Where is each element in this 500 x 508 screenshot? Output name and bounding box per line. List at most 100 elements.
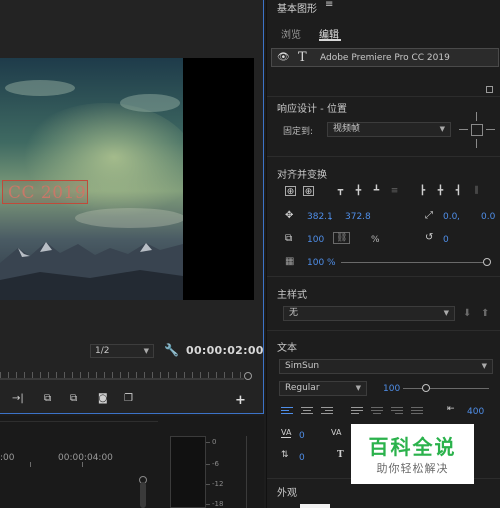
meter-scale-label: -12 bbox=[212, 480, 224, 488]
timeline-tick bbox=[30, 462, 31, 467]
opacity-icon: ▦ bbox=[285, 256, 295, 267]
section-divider bbox=[267, 330, 500, 331]
push-style-up-icon[interactable]: ⬆ bbox=[481, 308, 489, 319]
section-divider bbox=[267, 276, 500, 277]
audio-meter-bar bbox=[170, 436, 206, 508]
video-frame[interactable]: CC 2019 bbox=[0, 58, 254, 300]
camera-icon[interactable]: ◙ bbox=[98, 393, 108, 404]
playback-resolution-value: 1/2 bbox=[95, 346, 110, 356]
pin-edges-widget[interactable] bbox=[459, 112, 495, 148]
master-styles-heading: 主样式 bbox=[277, 290, 307, 301]
anchor-x-value[interactable]: 0.0 bbox=[443, 212, 457, 222]
font-size-slider-track[interactable] bbox=[403, 388, 489, 389]
font-size-slider-knob[interactable] bbox=[422, 384, 431, 392]
wrench-icon[interactable]: 🔧 bbox=[164, 343, 179, 357]
button-editor-plus-icon[interactable]: + bbox=[235, 393, 246, 408]
pin-top-icon[interactable] bbox=[476, 112, 477, 121]
leading-value[interactable]: 0 bbox=[299, 453, 305, 463]
align-text-right-icon[interactable] bbox=[321, 407, 333, 416]
font-size-value[interactable]: 100 bbox=[383, 384, 400, 394]
font-family-value: SimSun bbox=[285, 361, 320, 371]
scale-value[interactable]: 100 bbox=[307, 235, 324, 245]
opacity-slider-track[interactable] bbox=[341, 262, 487, 263]
font-style-select[interactable]: Regular ▼ bbox=[279, 381, 367, 396]
chevron-down-icon: ▼ bbox=[143, 347, 149, 355]
lift-icon[interactable]: ⧉ bbox=[44, 393, 51, 404]
align-text-center-icon[interactable] bbox=[301, 407, 313, 416]
chevron-down-icon: ▼ bbox=[439, 125, 445, 133]
pin-to-select[interactable]: 视频帧 ▼ bbox=[327, 122, 451, 137]
pin-center-icon[interactable] bbox=[471, 124, 483, 136]
timeline-timecode: 00:00:04:00 bbox=[58, 453, 113, 463]
align-left-icon[interactable]: ┣ bbox=[417, 186, 428, 196]
go-to-out-icon[interactable]: →| bbox=[12, 393, 24, 404]
tracking-value[interactable]: 400 bbox=[467, 407, 484, 417]
constrain-proportions-icon[interactable]: ⛓ bbox=[333, 232, 351, 244]
monitor-time-ruler[interactable] bbox=[0, 372, 252, 382]
text-layer-icon: T bbox=[298, 50, 307, 65]
timeline-tick bbox=[82, 462, 83, 467]
opacity-slider-knob[interactable] bbox=[483, 258, 491, 266]
pin-bottom-icon[interactable] bbox=[476, 139, 477, 148]
meter-scale-label: -6 bbox=[212, 460, 219, 468]
active-tab-indicator bbox=[319, 39, 341, 41]
align-text-left-icon[interactable] bbox=[281, 407, 293, 416]
push-style-down-icon[interactable]: ⬇ bbox=[463, 308, 471, 319]
comparison-view-icon[interactable]: ❐ bbox=[124, 393, 133, 404]
anchor-separator: , bbox=[457, 212, 460, 222]
extract-icon[interactable]: ⧉ bbox=[70, 393, 77, 404]
timeline-divider bbox=[0, 421, 158, 422]
align-vertical-center-icon[interactable]: ⊕ bbox=[285, 186, 296, 197]
font-family-select[interactable]: SimSun ▼ bbox=[279, 359, 493, 374]
text-heading: 文本 bbox=[277, 343, 297, 354]
distribute-horizontal-icon[interactable]: ⫼ bbox=[471, 186, 482, 196]
meter-scale-label: 0 bbox=[212, 438, 217, 446]
layer-row[interactable]: 👁 T Adobe Premiere Pro CC 2019 bbox=[271, 48, 499, 67]
zoom-handle[interactable] bbox=[244, 372, 252, 380]
tab-browse[interactable]: 浏览 bbox=[281, 26, 301, 41]
rotation-value[interactable]: 0 bbox=[443, 235, 449, 245]
anchor-y-value[interactable]: 0.0 bbox=[481, 212, 495, 222]
leading-icon: ⇅ bbox=[281, 450, 289, 460]
position-separator: , bbox=[329, 212, 332, 222]
panel-menu-icon[interactable]: ≡ bbox=[325, 0, 333, 10]
title-bounding-box[interactable]: CC 2019 bbox=[2, 180, 88, 204]
timeline-scrollbar[interactable] bbox=[140, 482, 146, 508]
justify-last-left-icon[interactable] bbox=[351, 407, 363, 416]
distribute-vertical-icon[interactable]: ≡ bbox=[389, 186, 400, 196]
chevron-down-icon: ▼ bbox=[481, 362, 487, 370]
justify-last-center-icon[interactable] bbox=[371, 407, 383, 416]
fill-color-swatch[interactable] bbox=[300, 504, 330, 508]
responsive-design-heading: 响应设计 - 位置 bbox=[277, 104, 347, 115]
position-y-value[interactable]: 372.8 bbox=[345, 212, 371, 222]
align-right-icon[interactable]: ┫ bbox=[453, 186, 464, 196]
align-center-icon[interactable]: ╋ bbox=[435, 186, 446, 196]
font-style-value: Regular bbox=[285, 383, 320, 393]
audio-meter-edge bbox=[246, 436, 247, 508]
align-top-icon[interactable]: ┳ bbox=[335, 186, 346, 196]
align-transform-heading: 对齐并变换 bbox=[277, 170, 327, 181]
section-divider bbox=[267, 96, 500, 97]
pin-left-icon[interactable] bbox=[459, 129, 468, 130]
appearance-heading: 外观 bbox=[277, 488, 297, 499]
chevron-down-icon: ▼ bbox=[443, 309, 449, 317]
playback-resolution-select[interactable]: 1/2 ▼ bbox=[90, 344, 154, 358]
justify-all-icon[interactable] bbox=[411, 407, 423, 416]
kerning-value[interactable]: 0 bbox=[299, 431, 305, 441]
duration-timecode[interactable]: 00:00:02:00 bbox=[186, 344, 264, 357]
timeline-timecode: :00 bbox=[0, 453, 15, 463]
align-horizontal-center-icon[interactable]: ⊕ bbox=[303, 186, 314, 197]
justify-last-right-icon[interactable] bbox=[391, 407, 403, 416]
align-bottom-icon[interactable]: ┻ bbox=[371, 186, 382, 196]
audio-meter: 0 -6 -12 -18 bbox=[170, 436, 250, 508]
section-divider bbox=[267, 156, 500, 157]
master-style-select[interactable]: 无 ▼ bbox=[283, 306, 455, 321]
layer-name: Adobe Premiere Pro CC 2019 bbox=[320, 53, 450, 63]
eye-visibility-icon[interactable]: 👁 bbox=[277, 52, 290, 63]
pin-right-icon[interactable] bbox=[486, 129, 495, 130]
align-middle-icon[interactable]: ╋ bbox=[353, 186, 364, 196]
master-style-value: 无 bbox=[289, 308, 299, 318]
tracking-icon: ⇤ bbox=[447, 404, 455, 414]
opacity-value[interactable]: 100 % bbox=[307, 258, 336, 268]
new-layer-icon[interactable] bbox=[486, 86, 493, 93]
